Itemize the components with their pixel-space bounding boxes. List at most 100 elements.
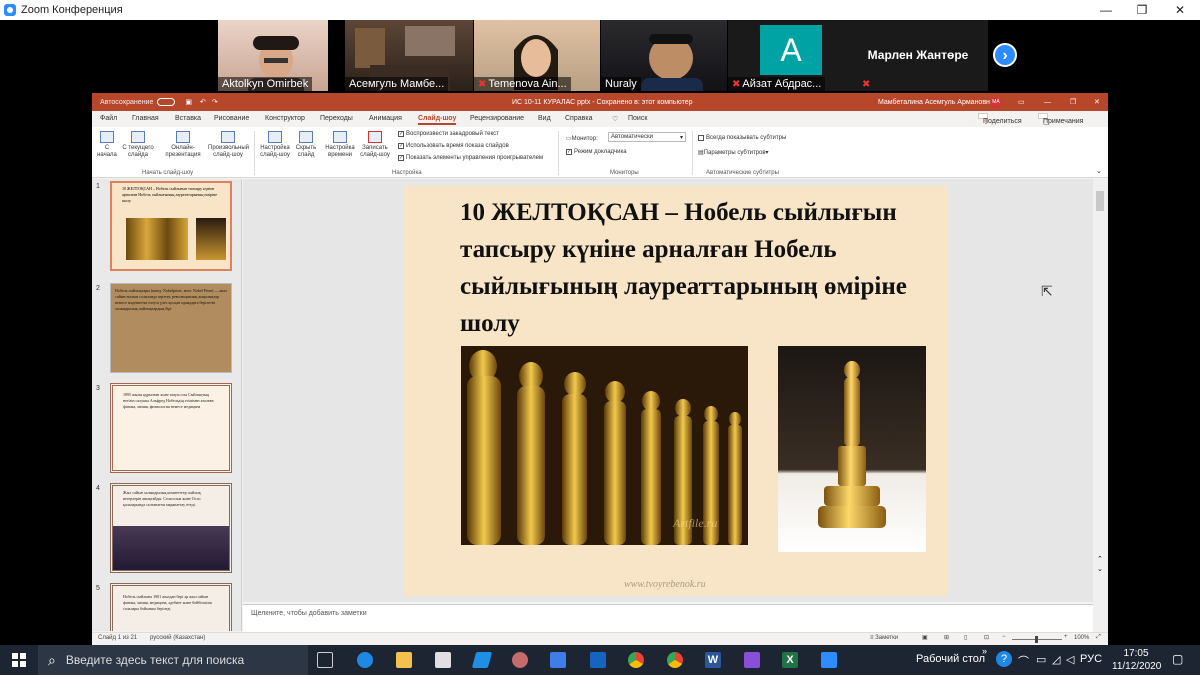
tab-review[interactable]: Рецензирование (470, 115, 524, 122)
taskbar-search[interactable]: ⌕ Введите здесь текст для поиска (38, 645, 308, 675)
participant-tile[interactable]: Марлен Жантөре ✖ (858, 20, 988, 91)
search-box[interactable]: Поиск (628, 115, 647, 122)
people-icon[interactable]: ⌒ (1018, 653, 1029, 669)
clock[interactable]: 17:05 11/12/2020 (1112, 647, 1161, 673)
chevron-down-icon[interactable]: ⌄ (1097, 565, 1103, 573)
share-button[interactable]: ⇪ Поделиться (978, 113, 1022, 126)
file-explorer-icon[interactable] (396, 652, 412, 668)
mail-icon[interactable] (590, 652, 606, 668)
zoom-out-icon[interactable]: − (1002, 634, 1006, 640)
tab-file[interactable]: Файл (100, 115, 117, 122)
setup-show-button[interactable]: Настройка слайд-шоу (258, 131, 292, 159)
participant-tile[interactable]: ✖ Temenova Ain... (474, 20, 600, 91)
reading-view-icon[interactable]: ▯ (964, 634, 967, 641)
online-presentation-button[interactable]: Онлайн-презентация (162, 131, 204, 159)
redo-icon[interactable]: ↷ (212, 98, 218, 106)
maximize-icon[interactable]: ❐ (1070, 98, 1076, 106)
participant-tile[interactable]: Асемгуль Мамбе... (345, 20, 473, 91)
record-show-button[interactable]: Записать слайд-шоу (358, 131, 392, 159)
powershell-icon[interactable] (471, 652, 493, 668)
zoom-level[interactable]: 100% (1074, 635, 1089, 641)
thumbnail-slide-3[interactable]: 1895 жылы құрылған және атауы осы Сыйлық… (110, 383, 232, 473)
rehearse-timings-button[interactable]: Настройка времени (324, 131, 356, 159)
scroll-thumb[interactable] (1096, 191, 1104, 211)
close-icon[interactable]: ✕ (1094, 98, 1100, 106)
notes-pane[interactable]: Щелкните, чтобы добавить заметки (243, 604, 1093, 632)
slide-title[interactable]: 10 ЖЕЛТОҚСАН – Нобель сыйлығын тапсыру к… (460, 194, 930, 342)
slideshow-view-icon[interactable]: ⊡ (984, 634, 989, 641)
fit-slide-icon[interactable]: ⤢ (1096, 634, 1101, 641)
thumbnail-slide-5[interactable]: Нобель сыйлығы 1901 жылдан бері әр жыл с… (110, 583, 232, 631)
oscar-statue-image[interactable] (778, 346, 926, 552)
thumbnail-slide-4[interactable]: Жыл сайын халықаралық комитеттер сыйлық … (110, 483, 232, 573)
tab-view[interactable]: Вид (538, 115, 551, 122)
language-indicator[interactable]: русский (Казахстан) (150, 635, 205, 641)
undo-icon[interactable]: ↶ (200, 98, 206, 106)
participant-tile[interactable]: A ✖ Айзат Абдрас... (728, 20, 858, 91)
participant-tile[interactable]: Nuraly (601, 20, 727, 91)
battery-icon[interactable]: ▭ (1036, 653, 1046, 666)
chevron-right-icon[interactable]: » (982, 646, 987, 656)
desktop-toolbar-label[interactable]: Рабочий стол (916, 653, 985, 665)
from-start-button[interactable]: С начала (96, 131, 118, 159)
help-icon[interactable]: ? (996, 651, 1012, 667)
tab-draw[interactable]: Рисование (214, 115, 249, 122)
notes-toggle-button[interactable]: ≡ Заметки (870, 635, 898, 641)
participant-tile[interactable]: Aktolkyn Omirbek (218, 20, 328, 91)
visual-studio-icon[interactable] (744, 652, 760, 668)
sorter-view-icon[interactable]: ⊞ (944, 634, 949, 641)
tab-home[interactable]: Главная (132, 115, 159, 122)
minimize-button[interactable]: — (1086, 0, 1126, 20)
save-icon[interactable]: ▣ (185, 98, 192, 106)
from-current-button[interactable]: С текущего слайда (120, 131, 156, 159)
hide-slide-button[interactable]: Скрыть слайд (294, 131, 318, 159)
close-button[interactable]: ✕ (1160, 0, 1200, 20)
network-icon[interactable]: ◿ (1052, 653, 1060, 666)
dropbox-icon[interactable] (550, 652, 566, 668)
volume-icon[interactable]: ◁ (1066, 653, 1074, 666)
tab-slideshow[interactable]: Слайд-шоу (418, 115, 457, 125)
excel-icon[interactable]: X (782, 652, 798, 668)
oscar-statues-image[interactable]: Artfile.ru (461, 346, 748, 545)
store-icon[interactable] (435, 652, 451, 668)
tab-insert[interactable]: Вставка (175, 115, 201, 122)
app-icon[interactable] (512, 652, 528, 668)
chk-presenter-view[interactable]: ✓ Режим докладчика (566, 149, 627, 155)
tab-design[interactable]: Конструктор (265, 115, 305, 122)
chrome-profile-icon[interactable] (667, 652, 683, 668)
task-view-icon[interactable] (317, 652, 333, 668)
autosave-toggle[interactable] (157, 98, 176, 106)
current-slide[interactable]: 10 ЖЕЛТОҚСАН – Нобель сыйлығын тапсыру к… (404, 186, 948, 596)
thumbnail-slide-1[interactable]: 10 ЖЕЛТОҚСАН – Нобель сыйлығын тапсыру к… (110, 181, 232, 271)
comments-button[interactable]: ▢ Примечания (1038, 113, 1083, 126)
windows-start-icon[interactable] (12, 653, 26, 667)
tab-animations[interactable]: Анимация (369, 115, 402, 122)
maximize-button[interactable]: ❐ (1122, 0, 1162, 20)
zoom-slider-thumb[interactable] (1035, 636, 1038, 643)
zoom-taskbar-icon[interactable] (821, 652, 837, 668)
ribbon-display-icon[interactable]: ▭ (1018, 98, 1025, 106)
chk-always-subtitles[interactable]: Всегда показывать субтитры (698, 135, 786, 141)
tab-help[interactable]: Справка (565, 115, 592, 122)
input-language[interactable]: РУС (1080, 653, 1102, 665)
normal-view-icon[interactable]: ▣ (922, 634, 928, 641)
chk-narration[interactable]: ✓ Воспроизвести закадровый текст (398, 131, 499, 137)
chevron-up-icon[interactable]: ⌃ (1097, 555, 1103, 563)
minimize-icon[interactable]: — (1044, 99, 1051, 106)
chk-controls[interactable]: ✓ Показать элементы управления проигрыват… (398, 155, 543, 161)
thumbnail-slide-2[interactable]: Нобель сыйлықтары (швед. Nobelpriset, ан… (110, 283, 232, 373)
chk-timings[interactable]: ✓ Использовать время показа слайдов (398, 143, 509, 149)
chevron-right-icon[interactable]: › (993, 43, 1017, 67)
collapse-ribbon-icon[interactable]: ⌄ (1096, 167, 1102, 175)
monitor-select[interactable]: Автоматически ▾ (608, 132, 686, 142)
avatar[interactable]: МА (990, 97, 1002, 108)
zoom-in-icon[interactable]: + (1064, 634, 1068, 640)
notifications-icon[interactable]: ▢ (1172, 652, 1183, 666)
tab-transitions[interactable]: Переходы (320, 115, 353, 122)
subtitle-settings-dropdown[interactable]: ▤ Параметры субтитров ▾ (698, 149, 769, 157)
word-icon[interactable]: W (705, 652, 721, 668)
custom-show-button[interactable]: Произвольный слайд-шоу (208, 131, 249, 159)
chrome-icon[interactable] (628, 652, 644, 668)
vertical-scrollbar[interactable]: ⌃ ⌄ (1093, 179, 1108, 631)
edge-icon[interactable] (357, 652, 373, 668)
